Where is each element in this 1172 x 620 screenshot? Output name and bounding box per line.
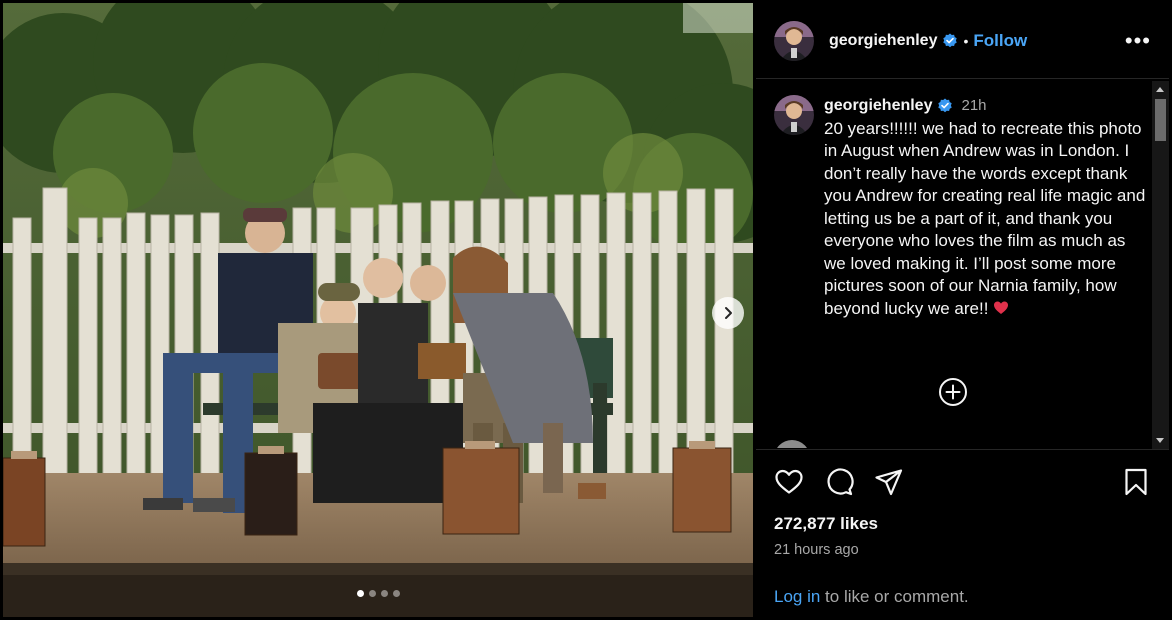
likes-count[interactable]: 272,877 likes bbox=[774, 514, 1151, 534]
bookmark-icon bbox=[1125, 468, 1147, 496]
scroll-down-arrow-icon[interactable] bbox=[1156, 438, 1164, 443]
load-more-comments-button[interactable] bbox=[937, 376, 969, 408]
caption-avatar[interactable] bbox=[774, 95, 814, 135]
save-button[interactable] bbox=[1121, 467, 1151, 497]
heart-icon bbox=[775, 469, 803, 494]
plus-circle-icon bbox=[939, 378, 967, 406]
commenter-avatar[interactable] bbox=[774, 440, 810, 448]
scrollbar-thumb[interactable] bbox=[1155, 99, 1166, 141]
more-options-icon[interactable]: ••• bbox=[1125, 29, 1151, 52]
post-timestamp[interactable]: 21 hours ago bbox=[774, 542, 1151, 558]
caption-username[interactable]: georgiehenley bbox=[824, 95, 932, 118]
login-prompt-text: to like or comment. bbox=[820, 587, 969, 606]
verified-badge-icon bbox=[943, 33, 958, 47]
post-author-username[interactable]: georgiehenley bbox=[829, 32, 937, 50]
action-bar bbox=[774, 450, 1151, 514]
comment-button[interactable] bbox=[824, 467, 854, 497]
login-prompt: Log in to like or comment. bbox=[774, 587, 969, 607]
carousel-dot bbox=[380, 590, 388, 597]
post-header: georgiehenley • Follow ••• bbox=[756, 3, 1169, 79]
caption-body: georgiehenley 21h 20 years!!!!!! we had … bbox=[824, 95, 1151, 320]
carousel-dot bbox=[392, 590, 400, 597]
login-link[interactable]: Log in bbox=[774, 587, 820, 606]
photo-image bbox=[3, 3, 753, 617]
carousel-dot bbox=[368, 590, 376, 597]
instagram-post-window: georgiehenley • Follow ••• georgiehenley… bbox=[0, 0, 1172, 620]
scroll-up-arrow-icon[interactable] bbox=[1156, 87, 1164, 92]
caption-text: 20 years!!!!!! we had to recreate this p… bbox=[824, 118, 1151, 321]
comments-scrollbar[interactable] bbox=[1152, 81, 1169, 449]
follow-button[interactable]: Follow bbox=[973, 31, 1027, 51]
post-actions: 272,877 likes 21 hours ago Log in to lik… bbox=[756, 449, 1169, 606]
post-caption: georgiehenley 21h 20 years!!!!!! we had … bbox=[756, 80, 1169, 320]
avatar-image bbox=[774, 20, 814, 61]
chevron-right-icon bbox=[725, 307, 732, 319]
heart-emoji-icon bbox=[994, 301, 1009, 314]
avatar[interactable] bbox=[774, 20, 814, 61]
comments-area[interactable]: georgiehenley 21h 20 years!!!!!! we had … bbox=[756, 80, 1169, 448]
post-side-panel: georgiehenley • Follow ••• georgiehenley… bbox=[756, 3, 1169, 617]
like-button[interactable] bbox=[774, 467, 804, 497]
caption-timestamp[interactable]: 21h bbox=[961, 95, 986, 118]
next-slide-button[interactable] bbox=[712, 297, 744, 329]
caption-text-content: 20 years!!!!!! we had to recreate this p… bbox=[824, 118, 1146, 318]
share-icon bbox=[875, 469, 903, 496]
comment-icon bbox=[827, 468, 854, 496]
carousel-dot bbox=[356, 590, 364, 597]
avatar-image bbox=[774, 95, 814, 135]
verified-badge-icon bbox=[938, 98, 953, 113]
post-photo[interactable] bbox=[3, 3, 753, 617]
caption-header: georgiehenley 21h bbox=[824, 95, 1151, 118]
share-button[interactable] bbox=[874, 467, 904, 497]
next-comment-preview bbox=[774, 440, 810, 448]
carousel-indicators bbox=[3, 590, 753, 597]
header-separator: • bbox=[963, 32, 969, 49]
